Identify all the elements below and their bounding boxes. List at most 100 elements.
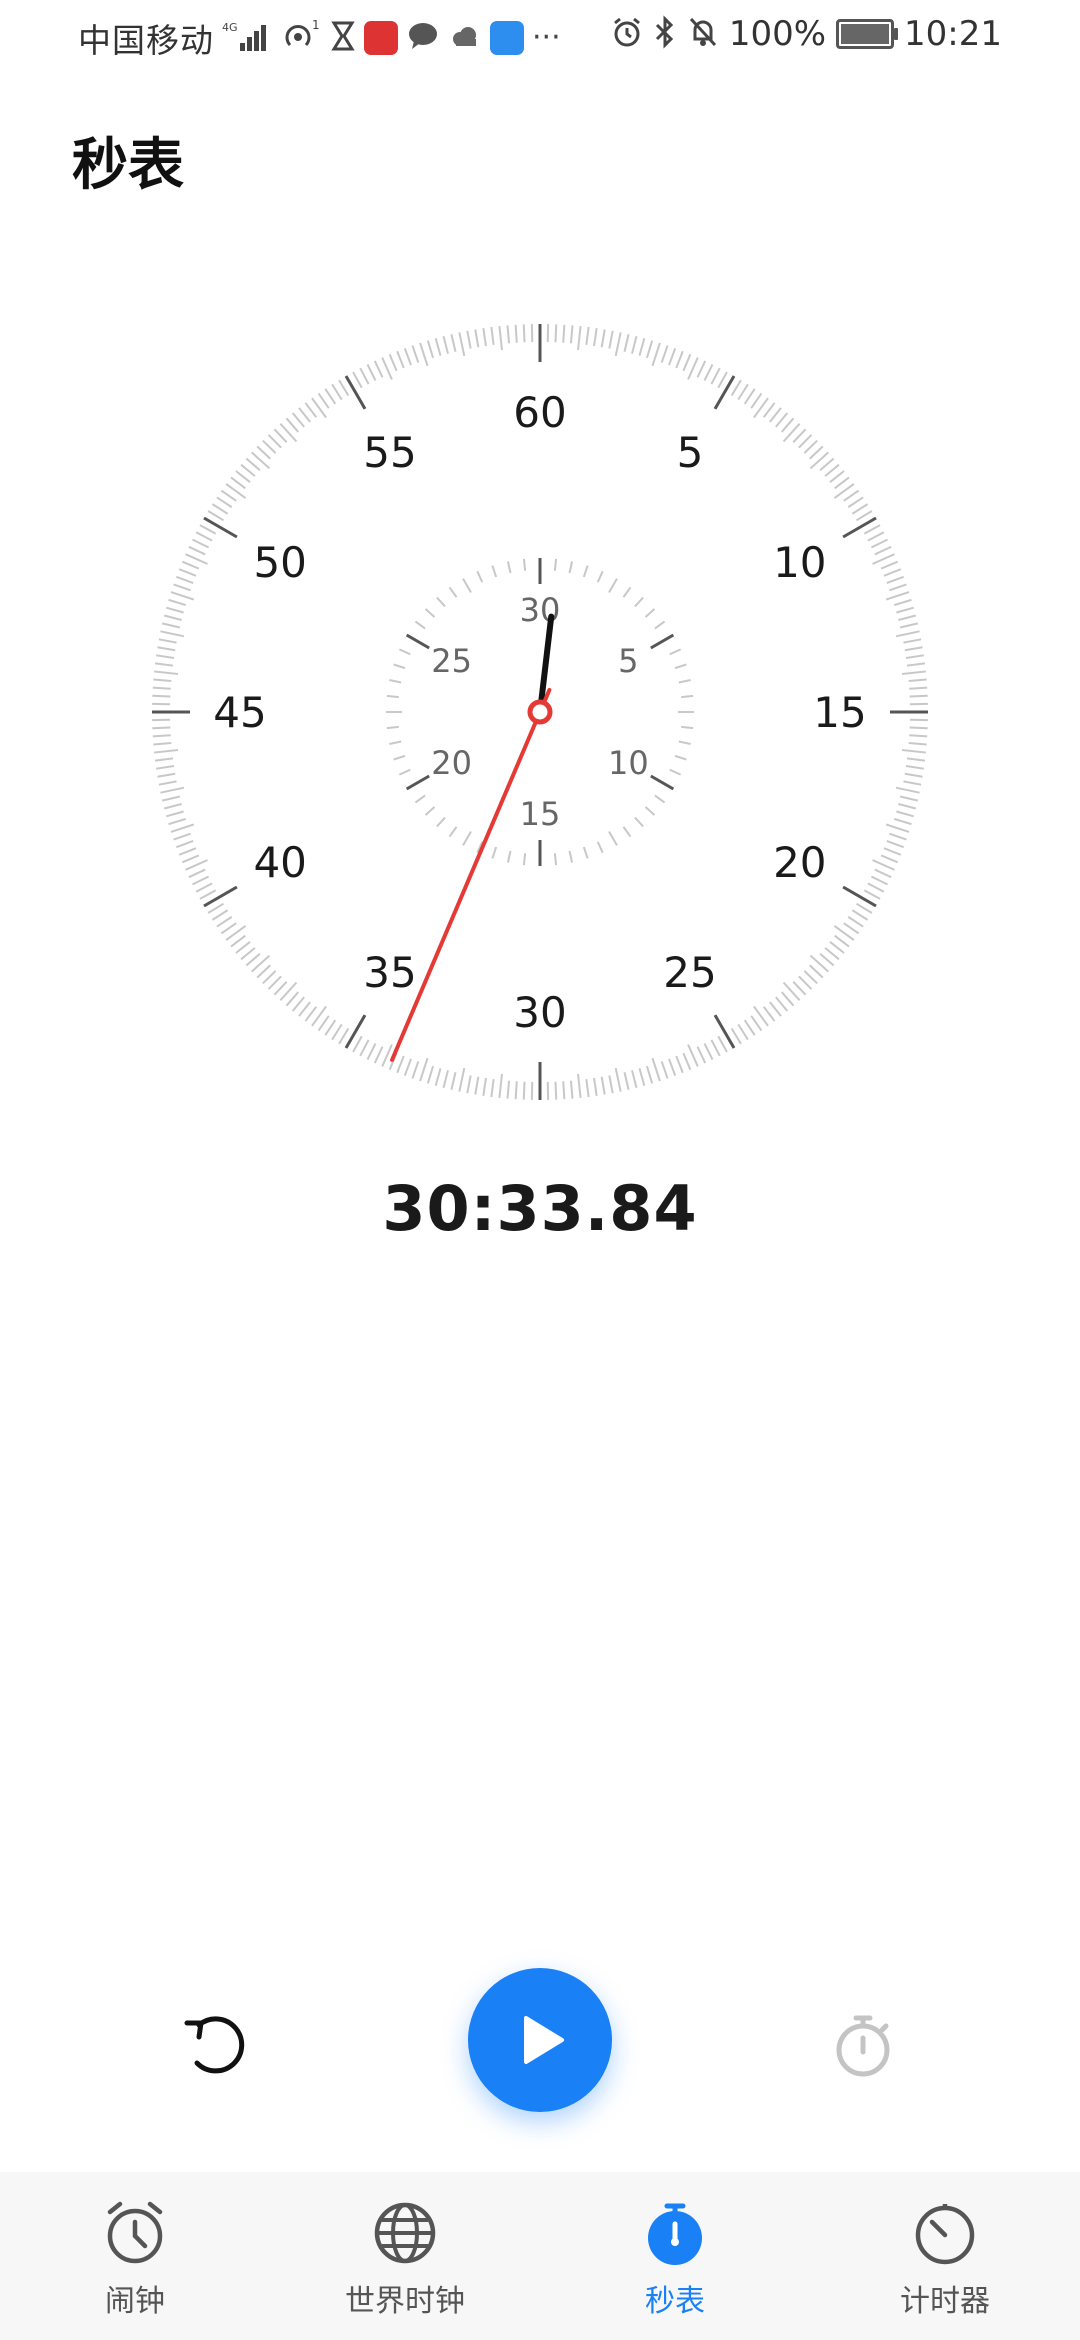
hotspot-icon: 1	[282, 18, 322, 57]
outer-tick	[419, 1057, 429, 1082]
outer-tick	[381, 357, 393, 380]
outer-tick	[331, 1023, 343, 1041]
outer-tick	[600, 1076, 606, 1095]
nav-label-alarm: 闹钟	[105, 2284, 165, 2319]
outer-tick	[158, 780, 177, 786]
inner-tick	[522, 558, 527, 571]
inner-tick	[674, 754, 687, 761]
outer-tick	[240, 463, 256, 477]
outer-tick	[173, 832, 191, 841]
outer-tick	[426, 340, 435, 359]
lap-button[interactable]	[818, 2000, 908, 2090]
reset-button[interactable]	[172, 2000, 262, 2090]
outer-tick	[185, 553, 208, 565]
outer-major-tick	[713, 1014, 736, 1049]
nav-item-timer[interactable]: 计时器	[810, 2172, 1080, 2340]
inner-tick	[622, 826, 632, 838]
outer-tick	[317, 392, 330, 409]
outer-tick	[170, 823, 195, 833]
outer-tick	[834, 476, 850, 490]
inner-dial-number: 10	[608, 744, 649, 782]
nav-item-stopwatch[interactable]: 秒表	[540, 2172, 810, 2340]
inner-tick	[462, 578, 472, 593]
outer-tick	[872, 859, 895, 871]
outer-tick	[750, 1015, 763, 1032]
outer-tick	[434, 1068, 442, 1086]
outer-tick	[855, 510, 873, 522]
alarm-icon	[611, 15, 643, 53]
outer-tick	[898, 614, 917, 621]
inner-tick	[448, 826, 458, 838]
outer-tick	[696, 360, 707, 378]
outer-tick	[324, 1019, 337, 1036]
outer-tick	[645, 340, 654, 359]
inner-tick	[507, 850, 512, 863]
outer-tick	[298, 1001, 311, 1017]
outer-tick	[631, 335, 638, 354]
outer-tick	[906, 757, 926, 762]
outer-tick	[743, 1019, 756, 1036]
outer-tick	[514, 324, 518, 343]
outer-tick	[506, 1080, 511, 1099]
outer-tick	[304, 1006, 318, 1022]
outer-tick	[593, 1077, 598, 1096]
outer-tick	[175, 840, 194, 849]
cloud-icon	[448, 19, 482, 57]
outer-tick	[216, 915, 233, 928]
inner-dial-number: 5	[618, 642, 638, 680]
outer-tick	[750, 392, 763, 409]
outer-tick	[482, 1077, 487, 1096]
outer-tick	[874, 545, 892, 556]
outer-tick	[181, 560, 200, 570]
outer-tick	[256, 445, 271, 460]
outer-tick	[482, 328, 487, 347]
outer-tick	[909, 726, 928, 730]
inner-tick	[669, 648, 682, 656]
alarm-clock-icon	[107, 2201, 163, 2264]
outer-tick	[178, 847, 197, 856]
outer-tick	[762, 402, 776, 418]
outer-tick	[829, 470, 845, 483]
nav-item-world-clock[interactable]: 世界时钟	[270, 2172, 540, 2340]
outer-tick	[569, 325, 574, 344]
outer-tick	[703, 364, 714, 382]
outer-tick	[668, 1058, 677, 1077]
outer-tick	[152, 686, 171, 690]
outer-tick	[600, 329, 606, 348]
outer-tick	[867, 882, 885, 893]
inner-tick	[522, 853, 527, 866]
outer-tick	[819, 457, 835, 471]
inner-tick	[414, 620, 426, 630]
outer-tick	[273, 428, 288, 443]
inner-tick	[491, 565, 498, 578]
outer-tick	[880, 560, 899, 570]
outer-tick	[710, 1039, 721, 1057]
outer-tick	[522, 1081, 526, 1100]
outer-tick	[554, 1081, 558, 1100]
outer-tick	[185, 859, 208, 871]
outer-tick	[834, 934, 850, 948]
outer-tick	[154, 662, 174, 667]
inner-tick	[644, 806, 656, 816]
outer-tick	[192, 875, 210, 886]
inner-tick	[582, 565, 589, 578]
inner-tick	[507, 561, 512, 574]
status-bar-left: 中国移动 4G 1 ···	[78, 14, 561, 62]
outer-tick	[809, 445, 824, 460]
start-button[interactable]	[468, 1968, 612, 2112]
outer-tick	[442, 335, 449, 354]
outer-tick	[466, 330, 472, 349]
outer-tick	[366, 364, 377, 382]
nav-item-alarm[interactable]: 闹钟	[0, 2172, 270, 2340]
hand-pivot	[527, 699, 553, 725]
outer-tick	[908, 741, 927, 746]
inner-tick	[634, 816, 644, 828]
outer-tick	[638, 338, 646, 356]
mute-bell-icon	[687, 15, 719, 53]
outer-tick	[331, 383, 343, 401]
bluetooth-icon	[653, 15, 677, 53]
outer-tick	[803, 439, 818, 454]
outer-tick	[905, 654, 924, 659]
inner-dial-number: 15	[520, 795, 561, 833]
outer-tick	[458, 1067, 466, 1092]
